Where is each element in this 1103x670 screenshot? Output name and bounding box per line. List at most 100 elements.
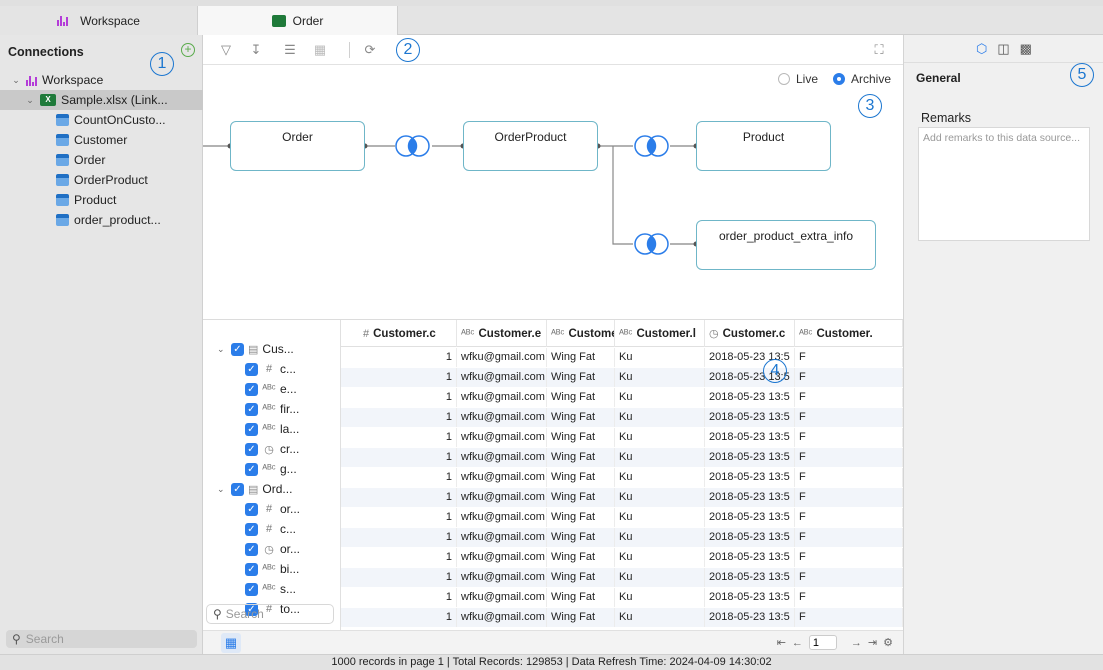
- checkbox[interactable]: ✓: [245, 502, 258, 516]
- table-cell: F: [795, 508, 903, 527]
- join-icon[interactable]: [634, 233, 669, 255]
- field-item[interactable]: ✓ ᴬᴮᶜ e...: [245, 379, 297, 399]
- expand-icon[interactable]: ⛶: [870, 41, 888, 59]
- join-icon[interactable]: [395, 135, 430, 157]
- tree-item-table[interactable]: CountOnCusto...: [0, 110, 203, 130]
- checkbox[interactable]: ✓: [245, 562, 258, 576]
- grid-settings-icon[interactable]: ▦: [311, 41, 329, 59]
- grid-view-icon[interactable]: ▦: [221, 633, 241, 653]
- tree-item-table[interactable]: OrderProduct: [0, 170, 203, 190]
- checkbox[interactable]: ✓: [245, 582, 258, 596]
- table-cell: 2018-05-23 13:5: [705, 428, 795, 447]
- checkbox[interactable]: ✓: [245, 382, 258, 396]
- field-item[interactable]: ✓ ᴬᴮᶜ g...: [245, 459, 297, 479]
- chevron-down-icon[interactable]: ⌄: [10, 75, 22, 86]
- chevron-down-icon[interactable]: ⌄: [217, 344, 231, 355]
- tree-item-table[interactable]: order_product...: [0, 210, 203, 230]
- field-item[interactable]: ✓ # c...: [245, 359, 296, 379]
- table-row[interactable]: 1 wfku@gmail.com Wing Fat Ku 2018-05-23 13:5…: [341, 448, 903, 467]
- diagram-node-order-product-extra-info[interactable]: order_product_extra_info: [696, 220, 876, 270]
- refresh-icon[interactable]: ⟳: [361, 41, 379, 59]
- checkbox[interactable]: ✓: [245, 422, 258, 436]
- table-row[interactable]: 1 wfku@gmail.com Wing Fat Ku 2018-05-23 13:5…: [341, 588, 903, 607]
- table-row[interactable]: 1 wfku@gmail.com Wing Fat Ku 2018-05-23 13:5…: [341, 408, 903, 427]
- field-item[interactable]: ✓ # c...: [245, 519, 296, 539]
- field-item[interactable]: ✓ ◷ or...: [245, 539, 300, 559]
- archive-radio[interactable]: Archive: [833, 72, 891, 86]
- radio-button-selected[interactable]: [833, 73, 845, 85]
- tree-item-file[interactable]: ⌄ X Sample.xlsx (Link...: [0, 90, 203, 110]
- first-page-icon[interactable]: ⇤: [777, 636, 786, 649]
- sort-icon[interactable]: ↧: [247, 41, 265, 59]
- tab-workspace[interactable]: Workspace: [0, 6, 198, 35]
- radio-button[interactable]: [778, 73, 790, 85]
- live-radio[interactable]: Live: [778, 72, 818, 86]
- field-type-icon: #: [265, 363, 273, 375]
- page-number-input[interactable]: [808, 635, 837, 650]
- table-row[interactable]: 1 wfku@gmail.com Wing Fat Ku 2018-05-23 13:5…: [341, 608, 903, 627]
- column-header[interactable]: ᴬᴮᶜ Customer.l: [615, 320, 705, 347]
- chevron-down-icon[interactable]: ⌄: [24, 95, 36, 106]
- field-item[interactable]: ✓ ᴬᴮᶜ fir...: [245, 399, 299, 419]
- next-page-icon[interactable]: →: [851, 637, 862, 649]
- field-type-icon: ᴬᴮᶜ: [262, 583, 276, 595]
- grid-header: #Customer.cᴬᴮᶜCustomer.eᴬᴮᶜCustomer.fᴬᴮᶜ…: [341, 320, 903, 347]
- connections-search-input[interactable]: ⚲ Search: [6, 630, 197, 648]
- table-row[interactable]: 1 wfku@gmail.com Wing Fat Ku 2018-05-23 13:5…: [341, 568, 903, 587]
- table-icon: [56, 114, 69, 126]
- table-cell: Wing Fat: [547, 488, 615, 507]
- table-row[interactable]: 1 wfku@gmail.com Wing Fat Ku 2018-05-23 13:5…: [341, 428, 903, 447]
- column-header[interactable]: ᴬᴮᶜ Customer.e: [457, 320, 547, 347]
- checkbox[interactable]: ✓: [245, 542, 258, 556]
- field-group[interactable]: ⌄ ✓ ▤ Cus...: [217, 339, 294, 359]
- field-item[interactable]: ✓ ◷ cr...: [245, 439, 299, 459]
- table-row[interactable]: 1 wfku@gmail.com Wing Fat Ku 2018-05-23 13:5…: [341, 508, 903, 527]
- cube-icon[interactable]: ⬡: [976, 41, 987, 57]
- field-item[interactable]: ✓ ᴬᴮᶜ s...: [245, 579, 296, 599]
- field-type-icon: ᴬᴮᶜ: [262, 403, 276, 415]
- checkbox[interactable]: ✓: [245, 522, 258, 536]
- field-item[interactable]: ✓ ᴬᴮᶜ la...: [245, 419, 299, 439]
- tab-order[interactable]: Order: [198, 6, 398, 35]
- table-row[interactable]: 1 wfku@gmail.com Wing Fat Ku 2018-05-23 13:5…: [341, 488, 903, 507]
- field-group[interactable]: ⌄ ✓ ▤ Ord...: [217, 479, 292, 499]
- column-header[interactable]: ◷ Customer.c: [705, 320, 795, 347]
- checkbox[interactable]: ✓: [245, 362, 258, 376]
- tree-item-table[interactable]: Product: [0, 190, 203, 210]
- checkbox[interactable]: ✓: [231, 482, 244, 496]
- filter-icon[interactable]: ▽: [217, 41, 235, 59]
- tree-item-workspace[interactable]: ⌄ Workspace: [0, 70, 203, 90]
- diagram-node-orderproduct[interactable]: OrderProduct: [463, 121, 598, 171]
- table-row[interactable]: 1 wfku@gmail.com Wing Fat Ku 2018-05-23 13:5…: [341, 548, 903, 567]
- table-row[interactable]: 1 wfku@gmail.com Wing Fat Ku 2018-05-23 13:5…: [341, 468, 903, 487]
- checkbox[interactable]: ✓: [231, 342, 244, 356]
- last-page-icon[interactable]: ⇥: [868, 636, 877, 649]
- table-row[interactable]: 1 wfku@gmail.com Wing Fat Ku 2018-05-23 13:5…: [341, 368, 903, 387]
- search-placeholder: Search: [225, 607, 264, 621]
- prev-page-icon[interactable]: ←: [792, 637, 803, 649]
- field-item[interactable]: ✓ # or...: [245, 499, 300, 519]
- column-header[interactable]: # Customer.c: [341, 320, 457, 347]
- column-header[interactable]: ᴬᴮᶜCustomer.f: [547, 320, 615, 347]
- add-connection-icon[interactable]: +: [181, 43, 195, 57]
- relations-icon[interactable]: ▩: [1020, 41, 1032, 57]
- checkbox[interactable]: ✓: [245, 402, 258, 416]
- columns-icon[interactable]: ◫: [997, 41, 1009, 57]
- tree-item-table[interactable]: Order: [0, 150, 203, 170]
- checkbox[interactable]: ✓: [245, 442, 258, 456]
- column-header[interactable]: ᴬᴮᶜ Customer.: [795, 320, 903, 347]
- diagram-node-product[interactable]: Product: [696, 121, 831, 171]
- diagram-node-order[interactable]: Order: [230, 121, 365, 171]
- remarks-textarea[interactable]: Add remarks to this data source...: [918, 127, 1090, 241]
- field-list-icon[interactable]: ☰: [281, 41, 299, 59]
- table-row[interactable]: 1 wfku@gmail.com Wing Fat Ku 2018-05-23 13:5…: [341, 528, 903, 547]
- chevron-down-icon[interactable]: ⌄: [217, 484, 231, 495]
- field-item[interactable]: ✓ ᴬᴮᶜ bi...: [245, 559, 299, 579]
- checkbox[interactable]: ✓: [245, 462, 258, 476]
- table-row[interactable]: 1 wfku@gmail.com Wing Fat Ku 2018-05-23 13:5…: [341, 348, 903, 367]
- gear-icon[interactable]: ⚙: [883, 636, 893, 649]
- field-search-input[interactable]: ⚲ Search: [206, 604, 334, 624]
- tree-item-table[interactable]: Customer: [0, 130, 203, 150]
- join-icon[interactable]: [634, 135, 669, 157]
- table-row[interactable]: 1 wfku@gmail.com Wing Fat Ku 2018-05-23 13:5…: [341, 388, 903, 407]
